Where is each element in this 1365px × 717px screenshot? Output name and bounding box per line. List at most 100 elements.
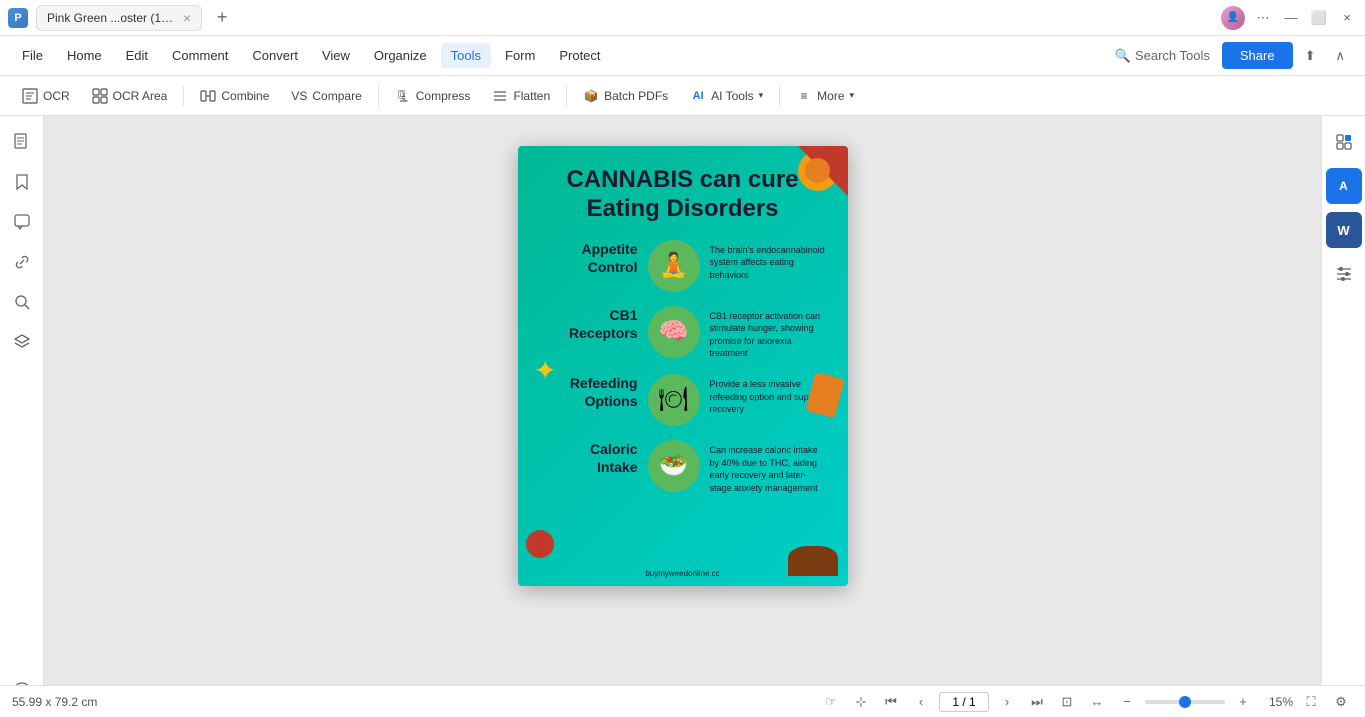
properties-panel-icon[interactable] <box>1326 124 1362 160</box>
compare-button[interactable]: VS Compare <box>281 83 371 109</box>
close-button[interactable]: × <box>1337 8 1357 28</box>
pdf-document: CANNABIS can cure Eating Disorders ✦ App… <box>518 146 848 586</box>
compare-icon: VS <box>291 88 307 104</box>
menu-view[interactable]: View <box>312 43 360 68</box>
menubar: File Home Edit Comment Convert View Orga… <box>0 36 1365 76</box>
minimize-button[interactable]: — <box>1281 8 1301 28</box>
upload-button[interactable]: ⬆ <box>1297 43 1324 69</box>
zoom-out-button[interactable]: − <box>1115 690 1139 714</box>
titlebar-menu-button[interactable]: ⋯ <box>1253 8 1273 28</box>
first-page-button[interactable]: ⏮ <box>879 690 903 714</box>
zoom-slider[interactable] <box>1145 700 1225 704</box>
menu-form[interactable]: Form <box>495 43 545 68</box>
active-tab[interactable]: Pink Green ...oster (1).pdf × <box>36 5 202 31</box>
maximize-button[interactable]: ⬜ <box>1309 8 1329 28</box>
left-sidebar: ? <box>0 116 44 717</box>
combine-icon <box>200 88 216 104</box>
cursor-mode-button[interactable]: ☞ <box>819 690 843 714</box>
menu-organize[interactable]: Organize <box>364 43 437 68</box>
more-label: More <box>817 89 844 103</box>
main-content: CANNABIS can cure Eating Disorders ✦ App… <box>44 116 1321 717</box>
compress-label: Compress <box>416 89 471 103</box>
ocr-button[interactable]: OCR <box>12 83 80 109</box>
menu-edit[interactable]: Edit <box>116 43 158 68</box>
tab-close-button[interactable]: × <box>183 10 191 26</box>
sidebar-page-thumbnail[interactable] <box>4 124 40 160</box>
section-circle-appetite: 🧘 <box>648 240 700 292</box>
ai-tools-chevron: ▾ <box>759 90 764 101</box>
search-icon: 🔍 <box>1115 48 1131 64</box>
section-desc-caloric: Can increase caloric intake by 40% due t… <box>710 440 828 494</box>
right-sidebar: A W <box>1321 116 1365 717</box>
profile-icon[interactable]: 👤 <box>1221 6 1245 30</box>
share-button[interactable]: Share <box>1222 42 1293 69</box>
batch-pdfs-icon: 📦 <box>583 88 599 104</box>
section-title-appetite: AppetiteControl <box>548 240 638 276</box>
more-button[interactable]: ≡ More ▾ <box>786 83 864 109</box>
tab-title: Pink Green ...oster (1).pdf <box>47 11 177 25</box>
menu-protect[interactable]: Protect <box>549 43 610 68</box>
sidebar-bookmark[interactable] <box>4 164 40 200</box>
ocr-area-button[interactable]: OCR Area <box>82 83 178 109</box>
star-decoration: ✦ <box>534 357 557 385</box>
dimension-display: 55.99 x 79.2 cm <box>12 695 97 709</box>
fit-page-button[interactable]: ⊡ <box>1055 690 1079 714</box>
pdf-section-cb1: CB1Receptors 🧠 CB1 receptor activation c… <box>548 306 828 360</box>
view-settings-button[interactable]: ⚙ <box>1329 690 1353 714</box>
section-title-refeeding: RefeedingOptions <box>548 374 638 410</box>
section-circle-cb1: 🧠 <box>648 306 700 358</box>
select-mode-button[interactable]: ⊹ <box>849 690 873 714</box>
last-page-button[interactable]: ⏭ <box>1025 690 1049 714</box>
settings-sliders-icon[interactable] <box>1326 256 1362 292</box>
app-icon: P <box>8 8 28 28</box>
window-controls: 👤 ⋯ — ⬜ × <box>1221 6 1357 30</box>
menu-home[interactable]: Home <box>57 43 112 68</box>
compress-button[interactable]: 🗜 Compress <box>385 83 481 109</box>
menu-file[interactable]: File <box>12 43 53 68</box>
prev-page-button[interactable]: ‹ <box>909 690 933 714</box>
deco-red-bottom-left <box>526 530 554 558</box>
section-desc-cb1: CB1 receptor activation can stimulate hu… <box>710 306 828 360</box>
ai-tools-button[interactable]: AI AI Tools ▾ <box>680 83 773 109</box>
sidebar-search[interactable] <box>4 284 40 320</box>
ai-tools-icon: AI <box>690 88 706 104</box>
page-navigation: ☞ ⊹ ⏮ ‹ › ⏭ ⊡ ↔ − + 15% ⛶ ⚙ <box>819 690 1353 714</box>
more-icon: ≡ <box>796 88 812 104</box>
ocr-area-icon <box>92 88 108 104</box>
ocr-icon <box>22 88 38 104</box>
pdf-section-refeeding: RefeedingOptions 🍽 Provide a less invasi… <box>548 374 828 426</box>
search-tools-button[interactable]: 🔍 Search Tools <box>1107 43 1218 69</box>
upload-icon: ⬆ <box>1305 48 1316 64</box>
fullscreen-button[interactable]: ⛶ <box>1299 690 1323 714</box>
menu-tools[interactable]: Tools <box>441 43 491 68</box>
sidebar-layers[interactable] <box>4 324 40 360</box>
pdf-watermark: buymyweedonline.cc <box>518 569 848 578</box>
zoom-thumb <box>1179 696 1191 708</box>
sidebar-link[interactable] <box>4 244 40 280</box>
section-circle-caloric: 🥗 <box>648 440 700 492</box>
section-title-cb1: CB1Receptors <box>548 306 638 342</box>
new-tab-button[interactable]: + <box>210 6 234 30</box>
ocr-label: OCR <box>43 89 70 103</box>
fit-width-button[interactable]: ↔ <box>1085 690 1109 714</box>
next-page-button[interactable]: › <box>995 690 1019 714</box>
zoom-in-button[interactable]: + <box>1231 690 1255 714</box>
titlebar: P Pink Green ...oster (1).pdf × + 👤 ⋯ — … <box>0 0 1365 36</box>
deco-small-orange <box>805 158 830 183</box>
batch-pdfs-button[interactable]: 📦 Batch PDFs <box>573 83 678 109</box>
ocr-area-label: OCR Area <box>113 89 168 103</box>
collapse-button[interactable]: ∧ <box>1327 43 1353 69</box>
compress-icon: 🗜 <box>395 88 411 104</box>
toolbar: OCR OCR Area Combine VS Compare 🗜 Compre… <box>0 76 1365 116</box>
section-desc-appetite: The brain's endocannabinoid system affec… <box>710 240 828 282</box>
menu-comment[interactable]: Comment <box>162 43 238 68</box>
sidebar-comment[interactable] <box>4 204 40 240</box>
ai-tools-label: AI Tools <box>711 89 753 103</box>
ai-assistant-icon[interactable]: A <box>1326 168 1362 204</box>
batch-pdfs-label: Batch PDFs <box>604 89 668 103</box>
menu-convert[interactable]: Convert <box>242 43 308 68</box>
page-input[interactable] <box>939 692 989 712</box>
combine-button[interactable]: Combine <box>190 83 279 109</box>
flatten-button[interactable]: Flatten <box>482 83 560 109</box>
word-export-icon[interactable]: W <box>1326 212 1362 248</box>
